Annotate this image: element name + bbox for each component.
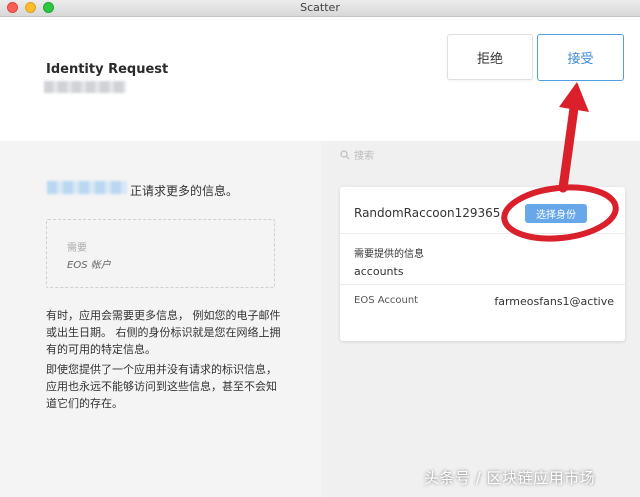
card-divider <box>340 233 625 234</box>
app-origin-redacted <box>44 81 126 93</box>
select-identity-button[interactable]: 选择身份 <box>525 204 587 223</box>
requesting-text: 正请求更多的信息。 <box>130 184 239 198</box>
card-divider <box>340 284 625 285</box>
description-paragraph-1: 有时，应用会需要更多信息， 例如您的电子邮件或出生日期。 右侧的身份标识就是您在… <box>46 309 281 356</box>
app-name-redacted <box>47 181 127 194</box>
description-paragraph-2: 即使您提供了一个应用并没有请求的标识信息， 应用也永远不能够访问到这些信息，甚至… <box>46 363 277 410</box>
window-title: Scatter <box>300 1 340 14</box>
required-label: 需要 <box>67 243 87 254</box>
deny-button[interactable]: 拒绝 <box>447 34 533 80</box>
accept-button[interactable]: 接受 <box>537 34 624 81</box>
identity-name: RandomRaccoon129365 <box>354 206 501 220</box>
search-icon <box>340 150 350 160</box>
search-input[interactable] <box>354 147 554 165</box>
watermark: 头条号 / 区块链应用市场 <box>424 469 596 487</box>
identity-card: RandomRaccoon129365 选择身份 需要提供的信息 account… <box>340 187 625 341</box>
page-title: Identity Request <box>46 62 169 77</box>
eos-account-value: farmeosfans1@active <box>494 295 614 308</box>
required-fields-box: 需要 EOS 帐户 <box>46 219 275 288</box>
required-item: EOS 帐户 <box>67 260 111 271</box>
window-titlebar: Scatter <box>0 0 640 17</box>
eos-account-label: EOS Account <box>354 295 419 306</box>
needed-info-label: 需要提供的信息 <box>354 249 424 260</box>
needed-info-value: accounts <box>354 265 404 278</box>
